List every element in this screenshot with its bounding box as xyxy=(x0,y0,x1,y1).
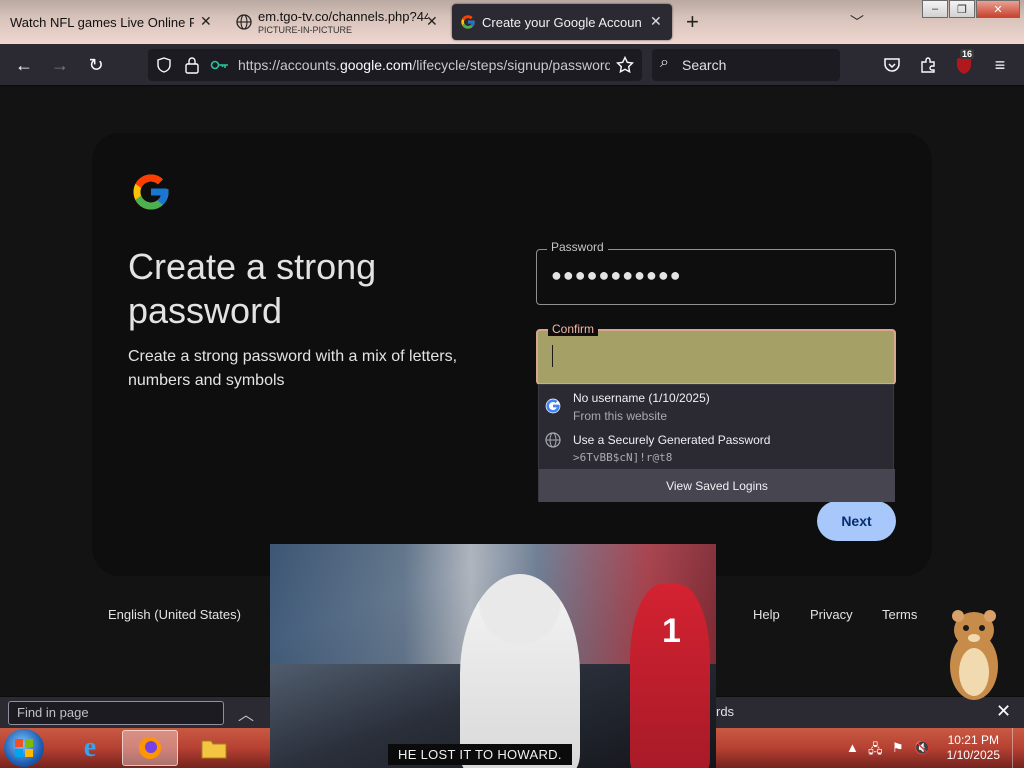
hamburger-menu-icon[interactable]: ≡ xyxy=(988,53,1012,77)
password-label: Password xyxy=(547,240,608,254)
language-selector[interactable]: English (United States) xyxy=(108,607,241,622)
terms-link[interactable]: Terms xyxy=(882,607,917,622)
firefox-taskbar-icon[interactable] xyxy=(122,730,178,766)
search-placeholder: Search xyxy=(682,57,727,73)
show-desktop-button[interactable] xyxy=(1012,728,1024,768)
ublock-shield-icon[interactable]: 16 xyxy=(952,49,976,77)
generate-password-title: Use a Securely Generated Password xyxy=(573,433,771,447)
url-text[interactable]: https://accounts.google.com/lifecycle/st… xyxy=(238,57,610,73)
maximize-button[interactable]: ❐ xyxy=(949,0,975,18)
globe-icon xyxy=(545,432,561,448)
extension-badge: 16 xyxy=(960,49,975,59)
saved-login-item[interactable]: No username (1/10/2025) From this websit… xyxy=(539,385,895,427)
page-title: Create a strong password xyxy=(128,246,377,331)
saved-login-source: From this website xyxy=(573,409,668,423)
page-description: Create a strong password with a mix of l… xyxy=(128,348,458,389)
tab-title: em.tgo-tv.co/channels.php?44 xyxy=(258,9,428,24)
minimize-button[interactable]: – xyxy=(922,0,948,18)
search-box[interactable]: ⌕ Search xyxy=(652,49,840,81)
action-center-flag-icon[interactable]: ⚑ xyxy=(892,740,904,756)
signup-card: Create a strong password Create a strong… xyxy=(92,133,932,576)
url-prefix: https://accounts. xyxy=(238,57,340,73)
show-hidden-icons-icon[interactable]: ▲ xyxy=(846,740,859,755)
autofill-popup: No username (1/10/2025) From this websit… xyxy=(538,384,895,502)
internet-explorer-icon[interactable]: e xyxy=(62,730,118,766)
globe-icon xyxy=(236,14,252,30)
tab-title: Watch NFL games Live Online Free xyxy=(10,14,194,30)
privacy-link[interactable]: Privacy xyxy=(810,607,853,622)
google-favicon-icon xyxy=(545,398,561,414)
search-icon: ⌕ xyxy=(660,54,669,71)
tab-google-account[interactable]: Create your Google Account ✕ xyxy=(452,4,672,40)
tab-list-chevron-icon[interactable]: ﹀ xyxy=(850,12,864,32)
shield-icon[interactable] xyxy=(156,57,172,73)
volume-muted-icon[interactable]: 🔇 xyxy=(914,740,930,756)
find-partial-text: rds xyxy=(716,704,735,719)
view-saved-logins-button[interactable]: View Saved Logins xyxy=(539,469,895,502)
tab-title: Create your Google Account xyxy=(482,14,642,30)
clock-date: 1/10/2025 xyxy=(946,748,1000,762)
google-logo-icon xyxy=(133,174,169,210)
close-find-bar-icon[interactable]: ✕ xyxy=(996,701,1011,722)
start-button[interactable] xyxy=(4,729,44,767)
confirm-password-field[interactable]: Confirm xyxy=(536,322,896,385)
google-favicon-icon xyxy=(461,15,475,29)
close-tab-icon[interactable]: ✕ xyxy=(426,13,438,30)
clock-time: 10:21 PM xyxy=(947,733,999,747)
tab-strip: Watch NFL games Live Online Free ✕ em.tg… xyxy=(0,0,1024,44)
picture-in-picture-video[interactable]: 1 HE LOST IT TO HOWARD. xyxy=(270,544,716,768)
password-value: ●●●●●●●●●●● xyxy=(551,265,682,285)
lock-icon[interactable] xyxy=(184,56,200,74)
saved-login-title: No username (1/10/2025) xyxy=(573,391,710,405)
jersey-number: 1 xyxy=(662,612,681,650)
tab-nfl[interactable]: Watch NFL games Live Online Free ✕ xyxy=(0,4,218,40)
url-path: /lifecycle/steps/signup/password xyxy=(412,57,610,73)
password-field[interactable]: Password ●●●●●●●●●●● xyxy=(536,240,896,305)
navigation-toolbar: ← → ↻ https://accounts.google.com/lifecy… xyxy=(0,44,1024,86)
pocket-icon[interactable] xyxy=(880,53,904,77)
generated-password-value: >6TvBB$cN]!r@t8 xyxy=(573,451,673,464)
key-icon[interactable] xyxy=(210,58,230,72)
bookmark-star-icon[interactable] xyxy=(616,56,634,74)
windows-logo-icon xyxy=(15,739,33,757)
tab-subtitle: PICTURE-IN-PICTURE xyxy=(258,25,352,35)
confirm-label: Confirm xyxy=(548,322,599,336)
new-tab-button[interactable]: + xyxy=(686,9,699,35)
file-explorer-icon[interactable] xyxy=(186,730,242,766)
window-controls: – ❐ ✕ xyxy=(921,0,1020,18)
back-arrow-icon[interactable]: ← xyxy=(12,53,36,77)
next-button[interactable]: Next xyxy=(817,501,896,541)
video-caption: HE LOST IT TO HOWARD. xyxy=(388,744,572,765)
find-previous-chevron-icon[interactable]: ︿ xyxy=(238,701,254,725)
find-input[interactable]: Find in page xyxy=(8,701,224,725)
url-bar[interactable]: https://accounts.google.com/lifecycle/st… xyxy=(148,49,642,81)
network-icon[interactable]: 🖧 xyxy=(868,740,883,762)
generate-password-item[interactable]: Use a Securely Generated Password >6TvBB… xyxy=(539,427,895,469)
tab-pip-channel[interactable]: em.tgo-tv.co/channels.php?44 PICTURE-IN-… xyxy=(224,4,448,40)
system-clock[interactable]: 10:21 PM 1/10/2025 xyxy=(947,733,1000,763)
close-tab-icon[interactable]: ✕ xyxy=(650,13,662,30)
hamster-mascot-icon xyxy=(950,610,998,700)
text-caret xyxy=(552,345,553,367)
window-close-button[interactable]: ✕ xyxy=(976,0,1020,18)
video-white-player xyxy=(460,574,580,768)
reload-icon[interactable]: ↻ xyxy=(84,53,108,77)
forward-arrow-icon[interactable]: → xyxy=(48,53,72,77)
url-domain: google.com xyxy=(339,57,413,73)
extensions-puzzle-icon[interactable] xyxy=(916,53,940,77)
help-link[interactable]: Help xyxy=(753,607,780,622)
close-tab-icon[interactable]: ✕ xyxy=(200,13,212,30)
